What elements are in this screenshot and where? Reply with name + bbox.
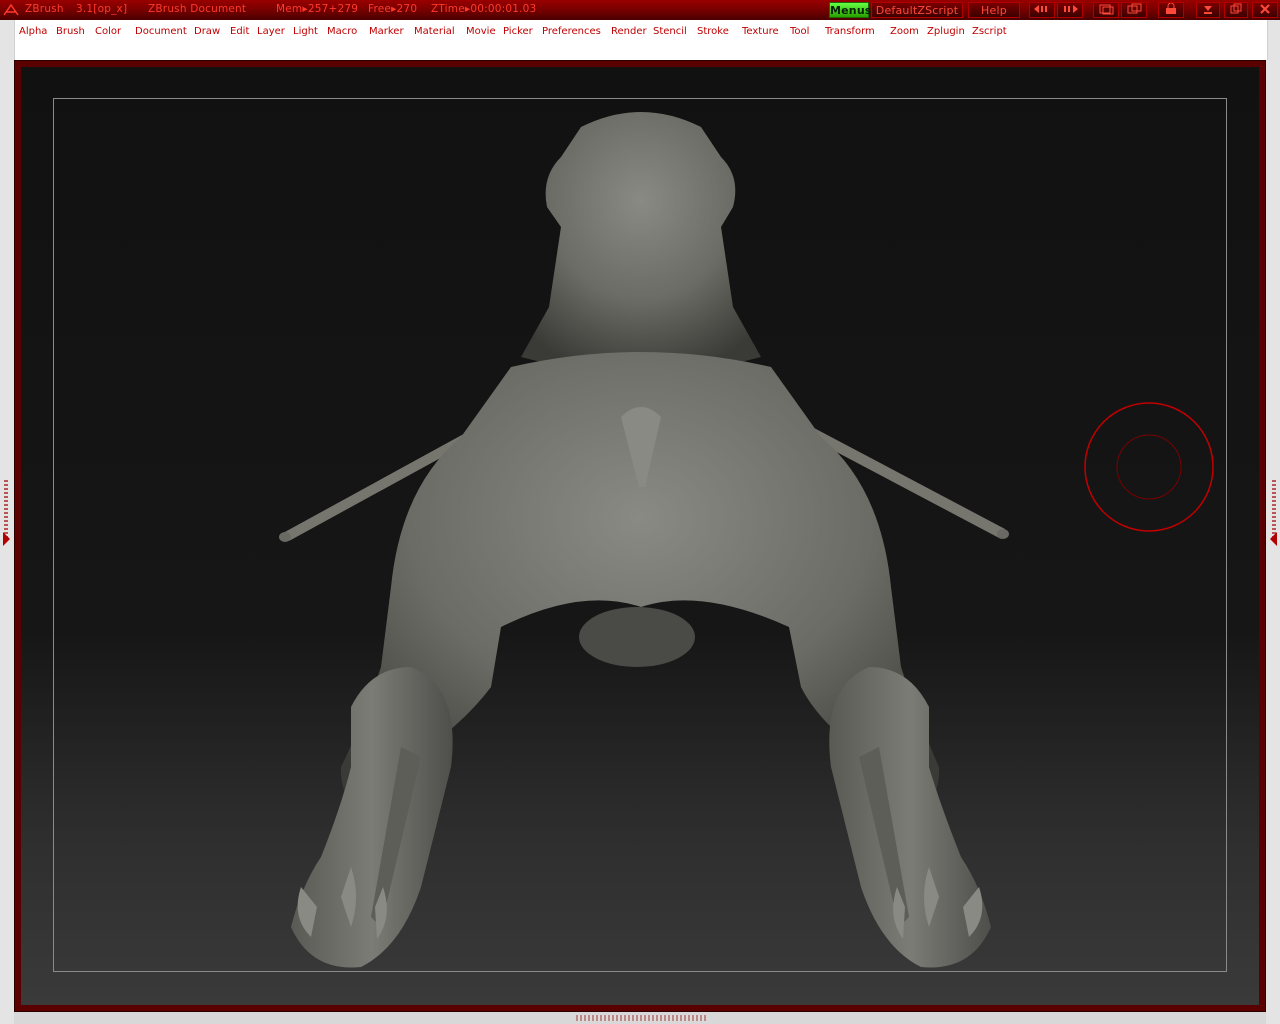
brush-cursor-icon: [1084, 402, 1214, 532]
help-button[interactable]: Help: [968, 2, 1020, 18]
default-zscript-button[interactable]: DefaultZScript: [871, 2, 963, 18]
menu-zscript[interactable]: Zscript: [972, 26, 1007, 37]
menu-tool[interactable]: Tool: [790, 26, 809, 37]
zbrush-logo-icon: [3, 3, 19, 16]
head: [521, 112, 761, 367]
menu-stroke[interactable]: Stroke: [697, 26, 729, 37]
app-name: ZBrush: [25, 3, 64, 15]
layout-icon[interactable]: [1093, 2, 1119, 18]
left-tray[interactable]: [0, 20, 14, 1024]
document-canvas[interactable]: [21, 67, 1259, 1005]
app-version: 3.1[op_x]: [76, 3, 128, 15]
menu-texture[interactable]: Texture: [742, 26, 779, 37]
lock-icon[interactable]: [1158, 2, 1184, 18]
menu-marker[interactable]: Marker: [369, 26, 404, 37]
bottom-tray[interactable]: [14, 1012, 1266, 1024]
menu-alpha[interactable]: Alpha: [19, 26, 47, 37]
menu-stencil[interactable]: Stencil: [653, 26, 687, 37]
minimize-icon[interactable]: [1196, 2, 1220, 18]
menu-bar: Alpha Brush Color Document Draw Edit Lay…: [14, 20, 1268, 60]
canvas-frame: [14, 60, 1266, 1012]
menu-macro[interactable]: Macro: [327, 26, 357, 37]
right-tray-arrow-icon[interactable]: [1270, 532, 1277, 546]
chin: [579, 607, 695, 667]
menu-brush[interactable]: Brush: [56, 26, 85, 37]
menu-picker[interactable]: Picker: [503, 26, 533, 37]
restore-icon[interactable]: [1121, 2, 1147, 18]
next-icon[interactable]: [1057, 2, 1083, 18]
free-memory-readout: Free▸270: [368, 3, 418, 15]
menu-preferences[interactable]: Preferences: [542, 26, 601, 37]
prev-icon[interactable]: [1029, 2, 1055, 18]
document-name: ZBrush Document: [148, 3, 247, 15]
menu-render[interactable]: Render: [611, 26, 647, 37]
close-icon[interactable]: [1252, 2, 1278, 18]
menu-transform[interactable]: Transform: [825, 26, 875, 37]
menu-light[interactable]: Light: [293, 26, 318, 37]
menu-zoom[interactable]: Zoom: [890, 26, 919, 37]
title-bar: ZBrush 3.1[op_x] ZBrush Document Mem▸257…: [0, 0, 1280, 20]
left-tray-arrow-icon[interactable]: [3, 532, 10, 546]
right-tray[interactable]: [1266, 20, 1280, 1024]
menu-color[interactable]: Color: [95, 26, 121, 37]
memory-readout: Mem▸257+279: [276, 3, 359, 15]
menu-zplugin[interactable]: Zplugin: [927, 26, 965, 37]
menu-edit[interactable]: Edit: [230, 26, 249, 37]
menus-button[interactable]: Menus: [829, 2, 871, 18]
sculpt-model[interactable]: [21, 67, 1259, 1005]
menu-movie[interactable]: Movie: [466, 26, 496, 37]
menu-document[interactable]: Document: [135, 26, 187, 37]
menu-material[interactable]: Material: [414, 26, 455, 37]
maximize-icon[interactable]: [1224, 2, 1248, 18]
right-tray-grip[interactable]: [1272, 480, 1276, 540]
menu-draw[interactable]: Draw: [194, 26, 220, 37]
menu-layer[interactable]: Layer: [257, 26, 285, 37]
bottom-tray-grip[interactable]: [576, 1015, 706, 1021]
ztime-readout: ZTime▸00:00:01.03: [431, 3, 537, 15]
left-tray-grip[interactable]: [4, 480, 8, 540]
left-arm: [291, 667, 453, 968]
